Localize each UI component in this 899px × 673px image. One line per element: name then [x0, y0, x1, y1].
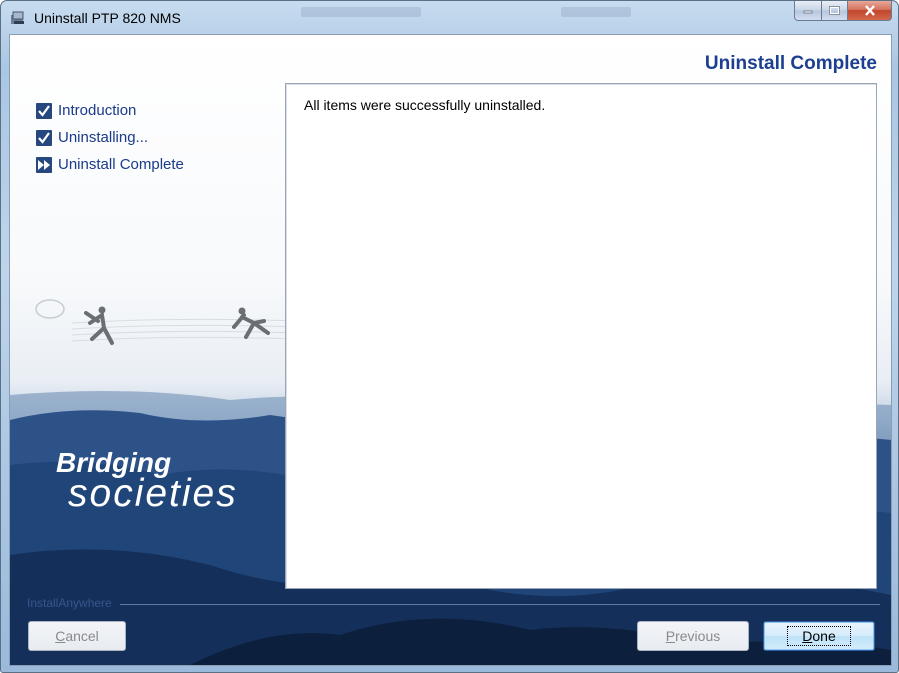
installanywhere-label: InstallAnywhere [27, 596, 112, 610]
done-label: one [812, 628, 836, 644]
checkmark-icon [36, 102, 52, 119]
previous-label: revious [675, 628, 721, 644]
previous-mnemonic: P [665, 628, 676, 644]
step-uninstalling: Uninstalling... [36, 124, 184, 151]
brand-line-2: societies [68, 472, 238, 515]
step-introduction: Introduction [36, 97, 184, 124]
step-label: Uninstall Complete [58, 156, 184, 173]
maximize-icon [829, 6, 840, 15]
background-blur [301, 7, 421, 17]
installer-app-icon [11, 11, 24, 24]
steps-list: Introduction Uninstalling... Uninstall C… [36, 97, 184, 178]
close-icon [864, 5, 875, 16]
step-label: Uninstalling... [58, 129, 149, 146]
step-label: Introduction [58, 102, 137, 119]
runner-figures-image [35, 299, 301, 345]
checkmark-icon [36, 129, 52, 146]
cancel-label: ancel [65, 628, 99, 644]
done-button[interactable]: Done [763, 621, 875, 651]
fast-forward-icon [36, 156, 52, 173]
background-blur [561, 7, 631, 17]
completion-message: All items were successfully uninstalled. [304, 97, 546, 113]
previous-button[interactable]: Previous [637, 621, 749, 651]
done-focus-ring: Done [787, 626, 851, 646]
footer-divider [120, 604, 880, 605]
title-bar[interactable]: Uninstall PTP 820 NMS [1, 1, 898, 35]
caption-buttons [794, 1, 892, 21]
close-button[interactable] [848, 1, 892, 21]
page-title: Uninstall Complete [704, 53, 877, 74]
uninstaller-window: Uninstall PTP 820 NMS Uninstall Complete… [0, 0, 899, 673]
cancel-mnemonic: C [55, 628, 66, 644]
minimize-button[interactable] [794, 1, 822, 21]
message-panel: All items were successfully uninstalled. [285, 83, 877, 589]
cancel-button[interactable]: Cancel [28, 621, 126, 651]
installer-panel: Uninstall Complete Introduction Uninstal… [9, 34, 892, 666]
step-uninstall-complete: Uninstall Complete [36, 151, 184, 178]
done-mnemonic: D [802, 628, 813, 644]
minimize-icon [803, 10, 813, 13]
window-title: Uninstall PTP 820 NMS [34, 10, 181, 26]
maximize-button[interactable] [822, 1, 848, 21]
